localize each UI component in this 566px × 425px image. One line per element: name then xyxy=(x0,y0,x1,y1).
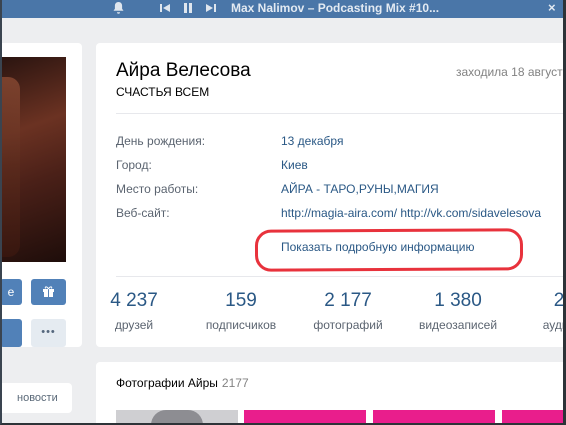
more-actions-button[interactable]: ••• xyxy=(31,319,66,347)
divider xyxy=(116,276,566,277)
counter-label: видеозаписей xyxy=(418,318,498,332)
info-label: Веб-сайт: xyxy=(116,206,170,220)
photo-thumbnail-detail xyxy=(151,410,203,425)
counter-label: друзей xyxy=(114,318,154,332)
counter-number: 159 xyxy=(225,290,257,311)
info-label: День рождения: xyxy=(116,134,206,148)
bell-icon[interactable] xyxy=(112,1,125,18)
avatar-card: е ••• xyxy=(0,43,82,347)
last-seen-label: заходила 18 августа xyxy=(456,65,566,79)
photo-thumbnail[interactable] xyxy=(244,410,366,425)
message-button[interactable]: е xyxy=(0,279,22,305)
divider xyxy=(116,113,566,114)
info-label: Место работы: xyxy=(116,182,199,196)
info-value[interactable]: http://magia-aira.com/ http://vk.com/sid… xyxy=(281,206,541,220)
add-friend-button[interactable] xyxy=(0,319,22,347)
info-row-website: Веб-сайт: http://magia-aira.com/ http://… xyxy=(116,206,566,222)
avatar-photo[interactable] xyxy=(0,57,66,262)
info-row-city: Город: Киев xyxy=(116,158,566,174)
counter-label: подписчиков xyxy=(205,318,277,332)
photos-count: 2177 xyxy=(221,376,249,390)
info-row-work: Место работы: АЙРА - ТАРО,РУНЫ,МАГИЯ xyxy=(116,182,566,198)
photos-header[interactable]: Фотографии Айры 2177 xyxy=(116,376,249,390)
counter-label: фотографий xyxy=(313,318,383,332)
next-icon[interactable] xyxy=(204,1,218,18)
photos-title: Фотографии Айры xyxy=(116,376,218,390)
now-playing-title[interactable]: Max Nalimov – Podcasting Mix #10... xyxy=(231,1,439,16)
news-link[interactable]: новости xyxy=(17,392,58,404)
counter-number: 1 380 xyxy=(434,290,482,311)
counter-followers[interactable]: 159 подписчиков xyxy=(196,290,286,332)
info-label: Город: xyxy=(116,158,152,172)
counter-label: аудио xyxy=(542,318,566,332)
avatar-photo-detail xyxy=(0,77,20,257)
previous-icon[interactable] xyxy=(158,1,172,18)
info-value[interactable]: АЙРА - ТАРО,РУНЫ,МАГИЯ xyxy=(281,182,439,196)
counter-number: 2 xyxy=(553,290,565,311)
profile-card: Айра Велесова СЧАСТЬЯ ВСЕМ заходила 18 а… xyxy=(96,43,566,347)
counter-friends[interactable]: 4 237 друзей xyxy=(89,290,179,332)
info-value[interactable]: Киев xyxy=(281,158,308,172)
profile-status[interactable]: СЧАСТЬЯ ВСЕМ xyxy=(116,85,209,99)
profile-name: Айра Велесова xyxy=(116,60,251,81)
counter-number: 2 177 xyxy=(324,290,372,311)
photo-thumbnail[interactable] xyxy=(116,410,238,425)
close-icon[interactable]: × xyxy=(548,0,556,15)
info-row-birthday: День рождения: 13 декабря xyxy=(116,134,566,150)
gift-button[interactable] xyxy=(31,279,66,305)
photos-card: Фотографии Айры 2177 xyxy=(96,362,566,425)
counter-audio[interactable]: 2 аудио xyxy=(514,290,566,332)
pause-icon[interactable] xyxy=(181,1,195,18)
counter-number: 4 237 xyxy=(110,290,158,311)
photo-thumbnail[interactable] xyxy=(502,410,566,425)
counter-videos[interactable]: 1 380 видеозаписей xyxy=(413,290,503,332)
audio-player-bar: Max Nalimov – Podcasting Mix #10... × xyxy=(0,0,566,18)
counter-photos[interactable]: 2 177 фотографий xyxy=(303,290,393,332)
red-highlight-annotation xyxy=(254,228,524,272)
photo-thumbnail[interactable] xyxy=(373,410,495,425)
news-link-card[interactable]: новости xyxy=(0,383,72,413)
gift-icon xyxy=(42,285,55,299)
info-value[interactable]: 13 декабря xyxy=(281,134,343,148)
profile-counters: 4 237 друзей 159 подписчиков 2 177 фотог… xyxy=(96,290,566,336)
